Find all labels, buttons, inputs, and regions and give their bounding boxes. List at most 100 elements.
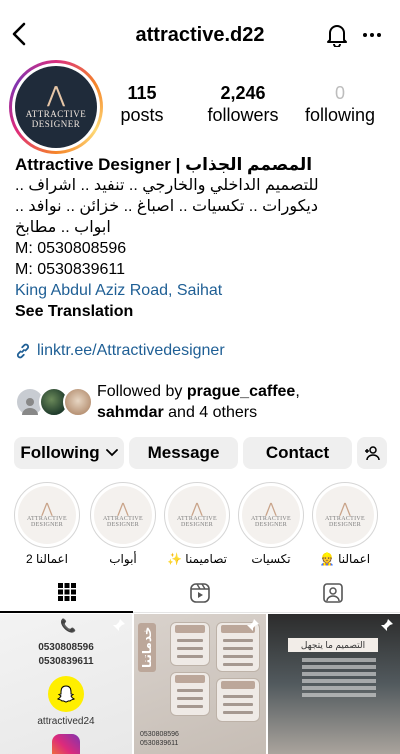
reels-icon (189, 583, 210, 603)
external-link[interactable]: linktr.ee/Attractivedesigner (15, 342, 225, 360)
instagram-icon (52, 734, 80, 754)
followed-by-separator: , (295, 383, 300, 400)
mutual-avatars (15, 385, 93, 419)
service-card (216, 678, 260, 722)
chevron-down-icon (105, 449, 118, 457)
more-horizontal-icon[interactable] (361, 25, 383, 45)
posts-count: 115 (127, 83, 157, 103)
avatar-logo-line1: ATTRACTIVE (25, 109, 87, 119)
post-thumbnail-2[interactable]: خدماتنا 0530808596 0530839611 (134, 614, 266, 754)
followers-count: 2,246 (220, 83, 266, 103)
highlight-item[interactable]: ⋀ ATTRACTIVE DESIGNER اعمالنا 👷 (310, 482, 380, 566)
logo-mark-icon: ⋀ (191, 501, 203, 517)
bell-icon[interactable] (326, 23, 348, 48)
post1-phone-2: 0530839611 (38, 656, 94, 667)
message-button-label: Message (147, 443, 220, 462)
pin-icon (113, 619, 125, 631)
post-thumbnail-3[interactable]: التصميم ما يتجهل (268, 614, 400, 754)
post2-contact: 0530808596 0530839611 (140, 730, 179, 748)
bio-line-2: ديكورات .. تكسيات .. اصباغ .. خزائن .. ن… (15, 198, 318, 215)
highlight-label: اعمالنا 👷 (319, 552, 371, 566)
logo-mark-icon: ⋀ (46, 83, 66, 108)
highlight-item[interactable]: ⋀ ATTRACTIVE DESIGNER تصاميمنا ✨ (162, 482, 232, 566)
highlight-logo-line2: DESIGNER (328, 522, 362, 528)
tagged-icon (322, 583, 343, 603)
logo-mark-icon: ⋀ (117, 501, 129, 517)
username-text[interactable]: attractive.d22 (136, 24, 265, 46)
link-icon (16, 343, 30, 359)
mutual-user-2[interactable]: sahmdar (97, 404, 164, 421)
highlight-item[interactable]: ⋀ ATTRACTIVE DESIGNER تكسيات (236, 482, 306, 566)
logo-mark-icon: ⋀ (41, 501, 53, 517)
following-stat[interactable]: 0 following (300, 83, 380, 127)
grid-icon (57, 583, 76, 601)
avatar-border: ⋀ ATTRACTIVE DESIGNER (12, 63, 100, 151)
posts-grid: 📞 0530808596 0530839611 attractived24 خد… (0, 614, 400, 754)
mutual-user-1[interactable]: prague_caffee (187, 383, 296, 400)
add-user-button[interactable] (357, 437, 387, 469)
followers-label: followers (207, 105, 279, 125)
highlight-cover: ⋀ ATTRACTIVE DESIGNER (238, 482, 304, 548)
external-link-text: linktr.ee/Attractivedesigner (37, 342, 225, 359)
highlight-cover: ⋀ ATTRACTIVE DESIGNER (14, 482, 80, 548)
followed-by-suffix: and 4 others (163, 404, 258, 421)
post1-phone-1: 0530808596 (38, 642, 94, 653)
following-button[interactable]: Following (14, 437, 124, 469)
contact-button-label: Contact (265, 443, 330, 462)
highlight-label: اعمالنا 2 (25, 552, 69, 566)
phone-icon: 📞 (60, 618, 77, 633)
highlight-item[interactable]: ⋀ ATTRACTIVE DESIGNER اعمالنا 2 (12, 482, 82, 566)
following-count: 0 (334, 83, 345, 103)
bio-phone-1: M: 0530808596 (15, 240, 127, 257)
contact-button[interactable]: Contact (243, 437, 352, 469)
tab-tagged[interactable] (266, 573, 399, 613)
post2-phone-1: 0530808596 (140, 731, 179, 738)
posts-label: posts (120, 105, 164, 125)
bio-phone-2: M: 0530839611 (15, 261, 126, 278)
post3-title: التصميم ما يتجهل (288, 638, 378, 652)
bio-line-1: للتصميم الداخلي والخارجي .. تنفيد .. اشر… (15, 177, 319, 194)
followed-by[interactable]: Followed by prague_caffee, sahmdar and 4… (15, 380, 300, 424)
logo-mark-icon: ⋀ (339, 501, 351, 517)
highlight-cover: ⋀ ATTRACTIVE DESIGNER (312, 482, 378, 548)
avatar: ⋀ ATTRACTIVE DESIGNER (15, 66, 97, 148)
highlight-cover: ⋀ ATTRACTIVE DESIGNER (164, 482, 230, 548)
highlight-label: تكسيات (251, 552, 291, 566)
pin-icon (247, 619, 259, 631)
pin-icon (381, 619, 393, 631)
post-thumbnail-1[interactable]: 📞 0530808596 0530839611 attractived24 (0, 614, 132, 754)
highlight-logo-line2: DESIGNER (30, 522, 64, 528)
snapchat-icon (48, 676, 84, 712)
profile-avatar-ring[interactable]: ⋀ ATTRACTIVE DESIGNER (9, 60, 103, 154)
followed-by-prefix: Followed by (97, 383, 187, 400)
chevron-left-icon[interactable] (8, 20, 32, 48)
add-user-icon (365, 446, 380, 461)
tab-reels[interactable] (133, 573, 266, 613)
post1-handle: attractived24 (37, 716, 95, 727)
logo-mark-icon: ⋀ (265, 501, 277, 517)
highlight-cover: ⋀ ATTRACTIVE DESIGNER (90, 482, 156, 548)
message-button[interactable]: Message (129, 437, 238, 469)
post2-title: خدماتنا (138, 622, 156, 672)
profile-tabs (0, 573, 400, 613)
highlight-logo-line2: DESIGNER (254, 522, 288, 528)
profile-bio: Attractive Designer | المصمم الجذاب للتص… (15, 154, 390, 322)
following-button-label: Following (20, 443, 100, 462)
followed-by-text: Followed by prague_caffee, sahmdar and 4… (97, 381, 300, 423)
highlight-logo-line2: DESIGNER (180, 522, 214, 528)
avatar-logo-line2: DESIGNER (31, 119, 81, 129)
highlight-item[interactable]: ⋀ ATTRACTIVE DESIGNER أبواب (88, 482, 158, 566)
display-name: Attractive Designer | المصمم الجذاب (15, 155, 313, 174)
posts-stat[interactable]: 115 posts (112, 83, 172, 127)
highlight-label: أبواب (109, 552, 137, 566)
service-card (170, 672, 210, 716)
location-link[interactable]: King Abdul Aziz Road, Saihat (15, 280, 390, 301)
highlight-label: تصاميمنا ✨ (167, 552, 227, 566)
story-highlights: ⋀ ATTRACTIVE DESIGNER اعمالنا 👷 ⋀ ATTRACTIV… (0, 482, 400, 566)
bio-line-3: ابواب .. مطابخ (15, 219, 111, 236)
tab-posts-grid[interactable] (0, 573, 133, 613)
followers-stat[interactable]: 2,246 followers (198, 83, 288, 127)
post3-list (302, 656, 376, 700)
see-translation-button[interactable]: See Translation (15, 301, 390, 322)
mutual-avatar-3 (63, 387, 93, 417)
